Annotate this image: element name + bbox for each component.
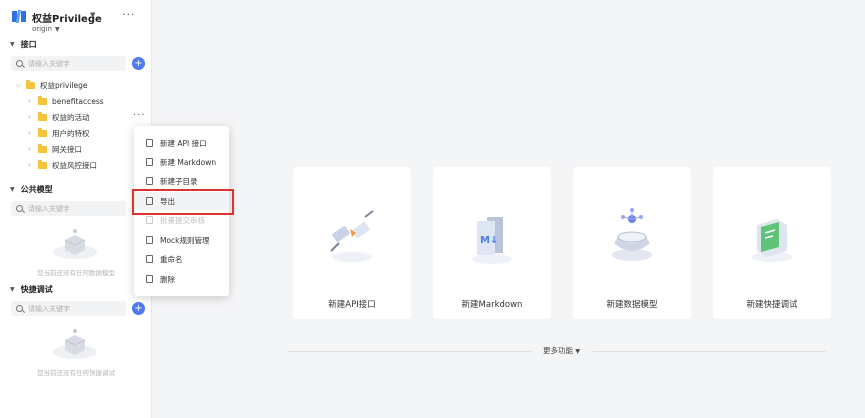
tree-item[interactable]: › benefitaccess [28,94,104,108]
card-new-debug-label: 新建快捷调试 [746,300,798,310]
branch-selector[interactable]: origin ▼ [32,25,60,33]
markdown-doc-icon: M↓ [472,217,512,264]
card-new-api-label: 新建API接口 [328,300,376,310]
section-api-title: 接口 [20,39,37,49]
chevron-right-icon: › [28,129,31,137]
folder-icon [38,159,47,169]
quick-debug-icon [752,219,792,262]
menu-item-label: 新建 Markdown [160,157,217,167]
section-debug-title: 快捷调试 [20,284,53,294]
menu-item-label: 重命名 [160,254,183,264]
empty-models-illustration [53,229,97,259]
divider [288,351,533,352]
empty-debug-illustration [53,329,97,359]
trash-icon [146,275,153,283]
tree-root-label: 权益privilege [40,80,88,90]
debug-search-input[interactable] [28,304,118,313]
search-icon [16,205,23,212]
tree-item[interactable]: › 网关接口 [28,142,82,156]
menu-item-label: 新建子目录 [160,176,198,186]
card-new-debug[interactable]: 新建快捷调试 [713,167,831,319]
more-features-button[interactable]: 更多功能 ▼ [543,345,580,356]
menu-item-label: 新建 API 接口 [160,138,207,148]
menu-item-label: 删除 [160,274,175,284]
empty-models-text: 您当前还没有任何数据模型 [37,269,115,277]
debug-search[interactable] [11,301,126,316]
new-api-icon [146,139,153,147]
project-more-icon[interactable]: ··· [122,8,136,21]
divider [593,351,826,352]
api-search-input[interactable] [28,59,118,68]
tree-item[interactable]: › 权益风控接口 [28,158,97,172]
tree-item-more-icon[interactable]: ··· [133,110,146,121]
folder-add-icon [146,177,153,185]
folder-icon [38,111,47,121]
mock-icon [146,236,153,244]
collapse-icon: ▼ [10,285,15,293]
more-features-row: 更多功能 ▼ [288,344,826,356]
chevron-down-icon: ⌵ [16,80,22,89]
models-search-input[interactable] [28,204,118,213]
data-model-icon [612,208,652,261]
tree-item-label: 网关接口 [52,144,82,154]
chevron-right-icon: › [28,113,31,121]
menu-rename[interactable]: 重命名 [134,250,229,268]
chevron-right-icon: › [28,161,31,169]
tree-item-label: 权益的活动 [52,112,90,122]
card-new-markdown-label: 新建Markdown [461,300,523,310]
chevron-right-icon: › [28,97,31,105]
menu-delete[interactable]: 删除 [134,270,229,288]
svg-text:M↓: M↓ [480,235,498,246]
markdown-icon [146,158,153,166]
chevron-down-icon: ▼ [575,348,581,355]
menu-item-label: Mock规则管理 [160,235,210,245]
review-icon [146,216,153,224]
tree-item-label: 用户的特权 [52,128,90,138]
menu-item-label: 批量提交审核 [160,215,205,225]
folder-icon [38,95,47,105]
empty-debug-text: 您当前还没有任何快捷调试 [37,369,115,377]
search-icon [16,60,23,67]
card-new-api[interactable]: 新建API接口 [293,167,411,319]
api-search[interactable] [11,56,126,71]
section-models-title: 公共模型 [20,184,53,194]
menu-new-markdown[interactable]: 新建 Markdown [134,153,229,171]
project-logo-icon [12,10,26,23]
project-header: 权益Privilege ▼ ··· origin ▼ [10,8,145,36]
collapse-icon: ▼ [10,185,15,193]
section-debug-header[interactable]: ▼ 快捷调试 [10,283,53,295]
main-content: 新建API接口 M↓ 新建Markdown 新建数据模型 新建快捷调试 更多功能… [153,0,865,418]
folder-icon [38,143,47,153]
card-new-markdown[interactable]: M↓ 新建Markdown [433,167,551,319]
branch-caret-icon: ▼ [54,26,60,33]
card-new-model-label: 新建数据模型 [606,300,658,310]
branch-label: origin [32,25,52,33]
section-models-header[interactable]: ▼ 公共模型 [10,183,53,195]
section-api-header[interactable]: ▼ 接口 [10,38,37,50]
add-debug-button[interactable]: + [132,302,145,315]
tree-root[interactable]: ⌵ 权益privilege [16,78,88,92]
tree-item-label: benefitaccess [52,96,104,106]
collapse-icon: ▼ [10,40,15,48]
api-connector-icon [330,210,374,262]
tree-item-label: 权益风控接口 [52,160,97,170]
menu-new-api[interactable]: 新建 API 接口 [134,134,229,152]
menu-mock-rules[interactable]: Mock规则管理 [134,231,229,249]
card-new-model[interactable]: 新建数据模型 [573,167,691,319]
more-features-label: 更多功能 [543,346,573,355]
export-highlight-box [132,189,234,215]
edit-icon [146,255,153,263]
add-api-button[interactable]: + [132,57,145,70]
search-icon [16,305,23,312]
folder-icon [38,127,47,137]
menu-new-subfolder[interactable]: 新建子目录 [134,172,229,190]
folder-icon [26,79,35,89]
models-search[interactable] [11,201,126,216]
tree-item[interactable]: › 权益的活动 [28,110,90,124]
tree-item[interactable]: › 用户的特权 [28,126,90,140]
sidebar: 权益Privilege ▼ ··· origin▼ ▼ 接口 + ⌵ 权益pri… [0,0,152,418]
chevron-right-icon: › [28,145,31,153]
project-caret-icon[interactable]: ▼ [90,11,95,19]
